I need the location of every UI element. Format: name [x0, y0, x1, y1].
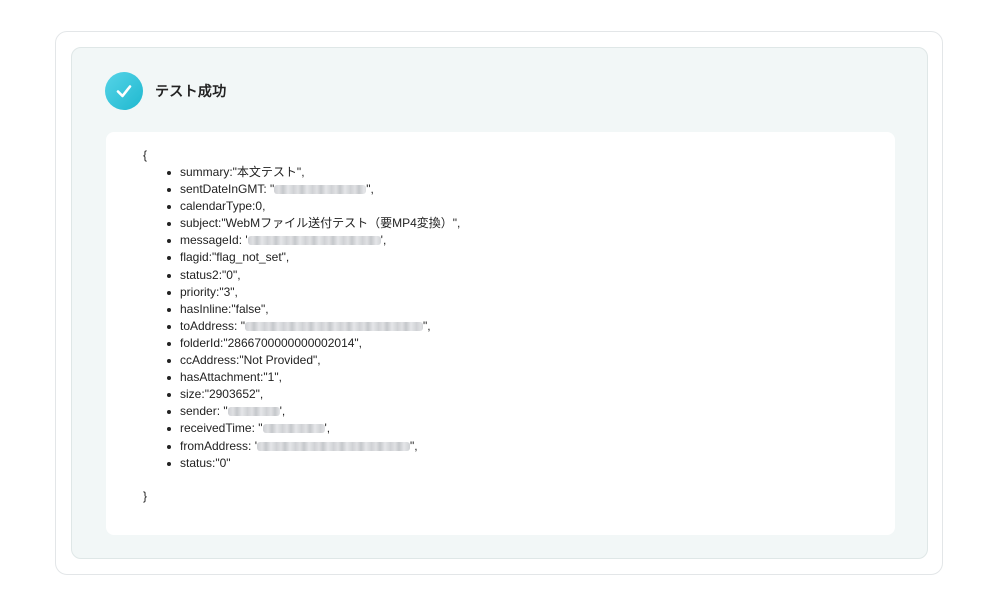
- bullet-icon: [167, 188, 171, 193]
- field-value: "0",: [222, 267, 241, 282]
- field-text: sentDateInGMT: ": [180, 182, 275, 197]
- field-text: toAddress: ": [180, 318, 245, 333]
- bullet-icon: [167, 427, 171, 432]
- bullet-icon: [167, 290, 171, 295]
- bullet-icon: [167, 205, 171, 210]
- field-text: subject:: [180, 216, 222, 231]
- field-value: "0": [215, 455, 231, 470]
- result-title: テスト成功: [155, 84, 227, 100]
- bullet-icon: [167, 171, 171, 175]
- json-field-subject: subject: "WebMファイル送付テスト（要MP4変換）",: [167, 215, 461, 232]
- json-field-priority: priority: "3",: [167, 284, 460, 301]
- field-text: size:: [180, 387, 205, 402]
- field-value: 0,: [255, 199, 266, 214]
- json-field-flagid: flagid: "flag_not_set",: [167, 249, 460, 266]
- redacted-value: [262, 424, 325, 434]
- field-text: hasAttachment:: [180, 370, 264, 385]
- field-text: receivedTime: ": [180, 421, 263, 436]
- json-field-messageid: messageId: ' ',: [167, 232, 460, 249]
- json-field-hasattachment: hasAttachment: "1",: [167, 369, 460, 386]
- field-value: "3",: [219, 284, 238, 299]
- check-icon: [105, 72, 143, 110]
- redacted-value: [227, 407, 280, 417]
- field-value: "2866700000000002014",: [223, 335, 363, 350]
- field-text: status2:: [180, 267, 223, 282]
- bullet-icon: [167, 324, 171, 329]
- bullet-icon: [167, 341, 171, 346]
- json-field-sentdateingmt: sentDateInGMT: " ",: [167, 181, 460, 198]
- field-text: flagid:: [180, 250, 213, 265]
- bullet-icon: [167, 273, 171, 278]
- result-card: テスト成功 { summary: "本文テスト", sentDateInGMT:…: [55, 31, 943, 575]
- field-text: messageId: ': [180, 233, 248, 248]
- field-value: "Not Provided",: [239, 353, 321, 368]
- field-value: ",: [366, 182, 374, 197]
- result-header: テスト成功: [105, 72, 227, 110]
- redacted-value: [247, 236, 381, 246]
- json-output-box: { summary: "本文テスト", sentDateInGMT: " ", c…: [106, 132, 895, 535]
- field-value: ",: [409, 438, 418, 453]
- json-field-sender: sender: " ',: [167, 403, 460, 420]
- redacted-value: [274, 185, 367, 195]
- field-value: "本文テスト",: [232, 165, 305, 179]
- json-field-fromaddress: fromAddress: ' ",: [167, 438, 460, 455]
- field-text: priority:: [180, 284, 220, 299]
- bullet-icon: [167, 307, 171, 312]
- field-text: sender: ": [180, 404, 228, 419]
- json-field-size: size: "2903652",: [167, 386, 460, 403]
- bullet-icon: [167, 410, 171, 415]
- json-field-ccaddress: ccAddress: "Not Provided",: [167, 352, 460, 369]
- json-field-receivedtime: receivedTime: " ',: [167, 420, 460, 437]
- field-text: fromAddress: ': [180, 438, 257, 453]
- field-value: "flag_not_set",: [212, 250, 290, 265]
- field-value: ',: [324, 421, 331, 436]
- bullet-icon: [167, 222, 171, 227]
- redacted-value: [244, 321, 423, 331]
- json-field-summary: summary: "本文テスト",: [167, 164, 460, 181]
- bullet-icon: [167, 461, 171, 466]
- bullet-icon: [167, 393, 171, 398]
- field-value: "WebMファイル送付テスト（要MP4変換）",: [221, 216, 461, 231]
- field-value: "false",: [231, 301, 269, 316]
- field-text: folderId:: [180, 335, 224, 350]
- field-value: "1",: [263, 370, 282, 385]
- field-text: summary:: [180, 165, 233, 179]
- redacted-value: [256, 441, 410, 451]
- json-field-status2: status2: "0",: [167, 267, 460, 284]
- json-field-toaddress: toAddress: " ",: [167, 318, 460, 335]
- field-text: ccAddress:: [180, 353, 240, 368]
- result-panel: テスト成功 { summary: "本文テスト", sentDateInGMT:…: [71, 47, 928, 559]
- bullet-icon: [167, 359, 171, 364]
- field-value: ',: [279, 404, 286, 419]
- field-text: hasInline:: [180, 301, 232, 316]
- bullet-icon: [167, 239, 171, 244]
- field-value: "2903652",: [204, 387, 264, 402]
- json-field-status: status: "0": [167, 455, 460, 472]
- field-value: ',: [380, 233, 387, 248]
- json-field-folderid: folderId: "2866700000000002014",: [167, 335, 460, 352]
- json-field-calendartype: calendarType: 0,: [167, 198, 460, 215]
- json-open-brace: {: [143, 148, 148, 162]
- json-close-brace: }: [143, 489, 148, 503]
- bullet-icon: [167, 256, 171, 261]
- field-text: calendarType:: [180, 199, 256, 214]
- json-field-hasinline: hasInline: "false",: [167, 301, 460, 318]
- json-field-list: summary: "本文テスト", sentDateInGMT: " ", cal…: [167, 164, 461, 472]
- field-text: status:: [180, 455, 216, 470]
- bullet-icon: [167, 444, 171, 449]
- bullet-icon: [167, 376, 171, 381]
- field-value: ",: [422, 318, 431, 333]
